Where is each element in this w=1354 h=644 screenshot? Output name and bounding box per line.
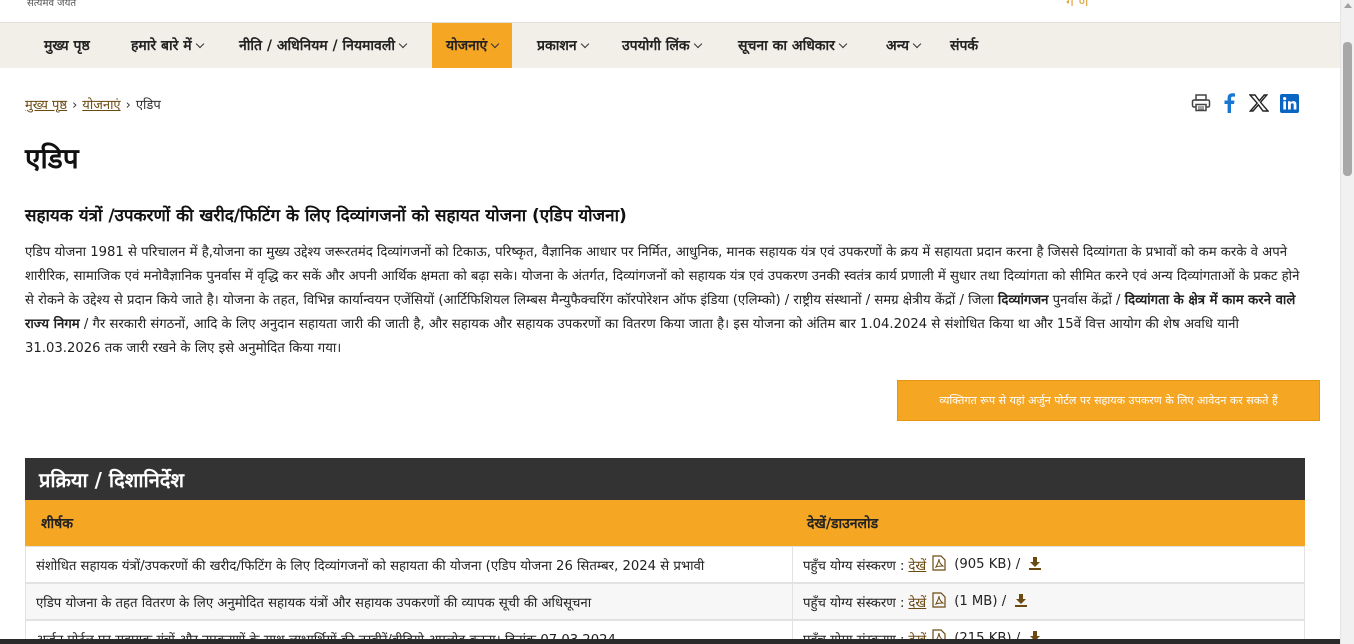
nav-label: योजनाएं — [446, 38, 488, 54]
nav-item-schemes[interactable]: योजनाएं — [432, 23, 513, 68]
row-download-cell: पहुँच योग्य संस्करण : देखें (1 MB) / — [803, 584, 1028, 619]
chevron-down-icon — [838, 39, 848, 48]
breadcrumb-home-link[interactable]: मुख्य पृष्ठ — [25, 98, 67, 113]
nav-label: हमारे बारे में — [131, 38, 192, 54]
nav-label: अन्य — [886, 38, 909, 54]
chevron-down-icon — [693, 39, 702, 48]
breadcrumb: मुख्य पृष्ठ › योजनाएं › एडिप — [25, 95, 161, 113]
nav-item-contact[interactable]: संपर्क — [950, 23, 978, 68]
nav-label: प्रकाशन — [537, 38, 577, 54]
chevron-down-icon — [195, 39, 204, 48]
cell-divider — [792, 547, 793, 582]
scheme-subtitle: सहायक यंत्रों /उपकरणों की खरीद/फिटिंग के… — [25, 206, 627, 226]
nav-item-other[interactable]: अन्य — [886, 23, 922, 68]
chevron-down-icon — [491, 39, 500, 48]
breadcrumb-schemes-link[interactable]: योजनाएं — [82, 98, 120, 113]
scroll-up-arrow-icon[interactable] — [1344, 3, 1352, 8]
pdf-icon — [932, 591, 946, 612]
breadcrumb-separator: › — [72, 98, 78, 113]
description-bold-text: दिव्यांगजन — [997, 293, 1049, 308]
file-size: (905 KB) / — [954, 557, 1021, 572]
accessible-version-label: पहुँच योग्य संस्करण : — [803, 558, 905, 574]
nav-item-about[interactable]: हमारे बारे में — [131, 23, 204, 68]
top-header: सत्यमेव जयते ग ण — [0, 0, 1340, 23]
nav-label: मुख्य पृष्ठ — [44, 38, 90, 54]
pdf-icon — [932, 554, 946, 575]
chevron-down-icon — [398, 39, 408, 48]
file-size: (1 MB) / — [954, 594, 1007, 609]
chevron-down-icon — [912, 39, 922, 48]
nav-item-rti[interactable]: सूचना का अधिकार — [738, 23, 848, 68]
nav-item-publications[interactable]: प्रकाशन — [537, 23, 589, 68]
row-title: एडिप योजना के तहत वितरण के लिए अनुमोदित … — [36, 595, 592, 611]
description-text: पुनर्वास केंद्रों / — [1048, 293, 1125, 308]
nav-item-useful-links[interactable]: उपयोगी लिंक — [622, 23, 702, 68]
table-row: संशोधित सहायक यंत्रों/उपकरणों की खरीद/फि… — [25, 546, 1305, 583]
horizontal-scrollbar[interactable] — [0, 639, 1340, 644]
nav-label: उपयोगी लिंक — [622, 38, 690, 54]
guidelines-heading: प्रक्रिया / दिशानिर्देश — [25, 458, 1305, 500]
main-navigation: मुख्य पृष्ठ हमारे बारे में नीति / अधिनिय… — [0, 23, 1340, 68]
table-header: शीर्षक देखें/डाउनलोड — [25, 500, 1305, 546]
description-text: / गैर सरकारी संगठनों, आदि के लिए अनुदान … — [25, 317, 1239, 356]
vertical-scrollbar[interactable] — [1340, 0, 1354, 644]
arjun-portal-apply-button[interactable]: व्यक्तिगत रूप से यहां अर्जुन पोर्टल पर स… — [897, 380, 1320, 421]
nav-label: सूचना का अधिकार — [738, 38, 835, 54]
download-icon[interactable] — [1014, 593, 1028, 611]
cell-divider — [792, 584, 793, 619]
view-link[interactable]: देखें — [908, 556, 926, 574]
page-title: एडिप — [25, 142, 79, 175]
scrollbar-thumb[interactable] — [1343, 42, 1352, 176]
nav-item-policy[interactable]: नीति / अधिनियम / नियमावली — [239, 23, 408, 68]
view-link[interactable]: देखें — [908, 593, 926, 611]
brand-logo-fragment: ग ण — [1066, 0, 1089, 10]
breadcrumb-separator: › — [125, 98, 131, 113]
x-twitter-icon[interactable] — [1248, 92, 1270, 114]
emblem-motto: सत्यमेव जयते — [27, 0, 77, 9]
table-row: एडिप योजना के तहत वितरण के लिए अनुमोदित … — [25, 583, 1305, 620]
chevron-down-icon — [580, 39, 589, 48]
scheme-description: एडिप योजना 1981 से परिचालन में है,योजना … — [25, 241, 1305, 361]
row-download-cell: पहुँच योग्य संस्करण : देखें (905 KB) / — [803, 547, 1042, 582]
nav-item-home[interactable]: मुख्य पृष्ठ — [44, 23, 90, 68]
row-title: संशोधित सहायक यंत्रों/उपकरणों की खरीद/फि… — [36, 558, 705, 574]
linkedin-icon[interactable] — [1278, 92, 1300, 114]
nav-label: नीति / अधिनियम / नियमावली — [239, 38, 395, 54]
facebook-icon[interactable] — [1218, 92, 1240, 114]
column-header-title: शीर्षक — [41, 515, 73, 532]
download-icon[interactable] — [1028, 556, 1042, 574]
accessible-version-label: पहुँच योग्य संस्करण : — [803, 595, 905, 611]
breadcrumb-current: एडिप — [135, 98, 161, 113]
column-header-download: देखें/डाउनलोड — [807, 515, 879, 532]
print-icon[interactable] — [1190, 92, 1212, 114]
nav-label: संपर्क — [950, 38, 979, 54]
